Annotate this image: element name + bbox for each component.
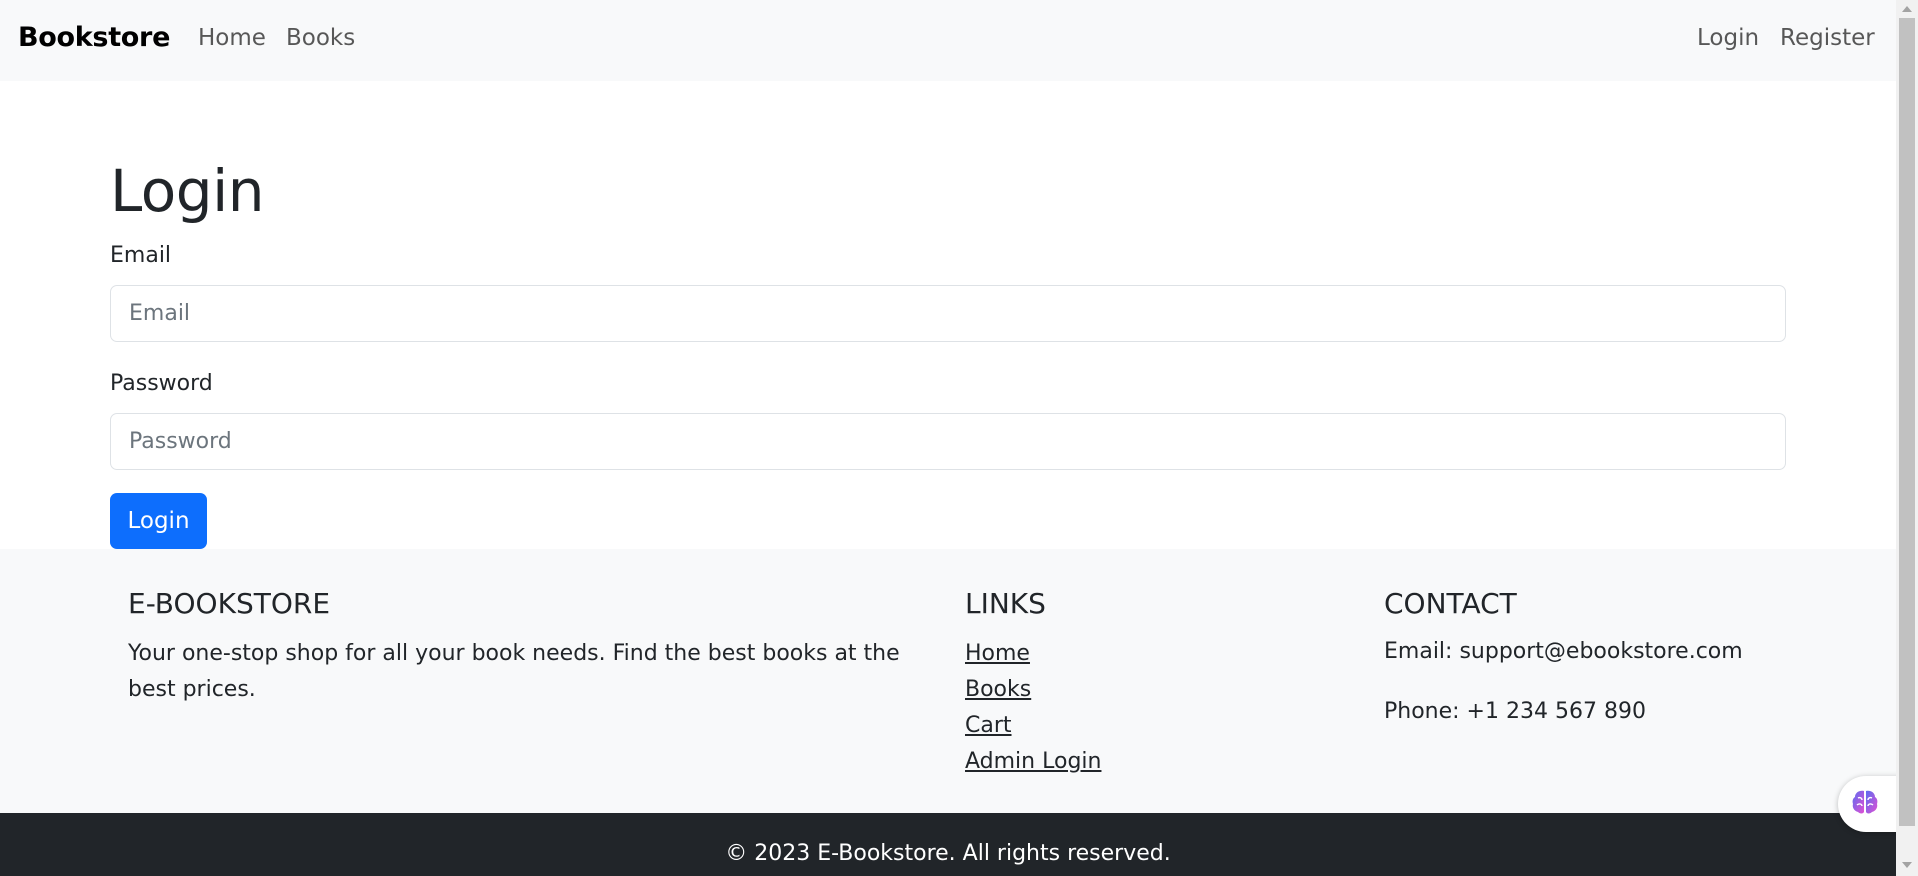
nav-link-login[interactable]: Login	[1697, 25, 1759, 51]
contact-email: Email: support@ebookstore.com	[1384, 639, 1743, 664]
assistant-widget-button[interactable]	[1838, 776, 1896, 832]
navbar: Bookstore Home Books Login Register	[0, 0, 1896, 81]
brain-icon	[1850, 787, 1880, 821]
nav-link-books[interactable]: Books	[286, 25, 355, 51]
page-title: Login	[110, 157, 264, 225]
footer-link-admin-login[interactable]: Admin Login	[965, 749, 1101, 774]
footer-contact-heading: CONTACT	[1384, 587, 1517, 620]
list-item: Home	[965, 636, 1101, 672]
email-field[interactable]	[110, 285, 1786, 342]
scroll-up-arrow-icon[interactable]	[1902, 6, 1912, 12]
footer-links-heading: LINKS	[965, 587, 1046, 620]
login-button[interactable]: Login	[110, 493, 207, 549]
brand-link[interactable]: Bookstore	[18, 22, 170, 53]
scrollbar-thumb[interactable]	[1899, 18, 1915, 826]
footer-link-cart[interactable]: Cart	[965, 713, 1012, 738]
footer-bottom: © 2023 E-Bookstore. All rights reserved.	[0, 813, 1896, 876]
nav-link-home[interactable]: Home	[198, 25, 266, 51]
list-item: Cart	[965, 708, 1101, 744]
vertical-scrollbar[interactable]	[1896, 0, 1918, 876]
list-item: Books	[965, 672, 1101, 708]
footer-about-text: Your one-stop shop for all your book nee…	[128, 641, 900, 702]
copyright-text: © 2023 E-Bookstore. All rights reserved.	[725, 841, 1171, 866]
password-field[interactable]	[110, 413, 1786, 470]
footer-info: E-BOOKSTORE Your one-stop shop for all y…	[0, 549, 1896, 813]
footer-link-books[interactable]: Books	[965, 677, 1031, 702]
footer-about-heading: E-BOOKSTORE	[128, 587, 331, 620]
password-label: Password	[110, 371, 213, 396]
list-item: Admin Login	[965, 744, 1101, 780]
footer-links-list: Home Books Cart Admin Login	[965, 636, 1101, 780]
nav-link-register[interactable]: Register	[1780, 25, 1875, 51]
page: Bookstore Home Books Login Register Logi…	[0, 0, 1896, 876]
contact-phone: Phone: +1 234 567 890	[1384, 699, 1646, 724]
scroll-down-arrow-icon[interactable]	[1902, 862, 1912, 868]
email-label: Email	[110, 243, 172, 268]
footer-link-home[interactable]: Home	[965, 641, 1030, 666]
